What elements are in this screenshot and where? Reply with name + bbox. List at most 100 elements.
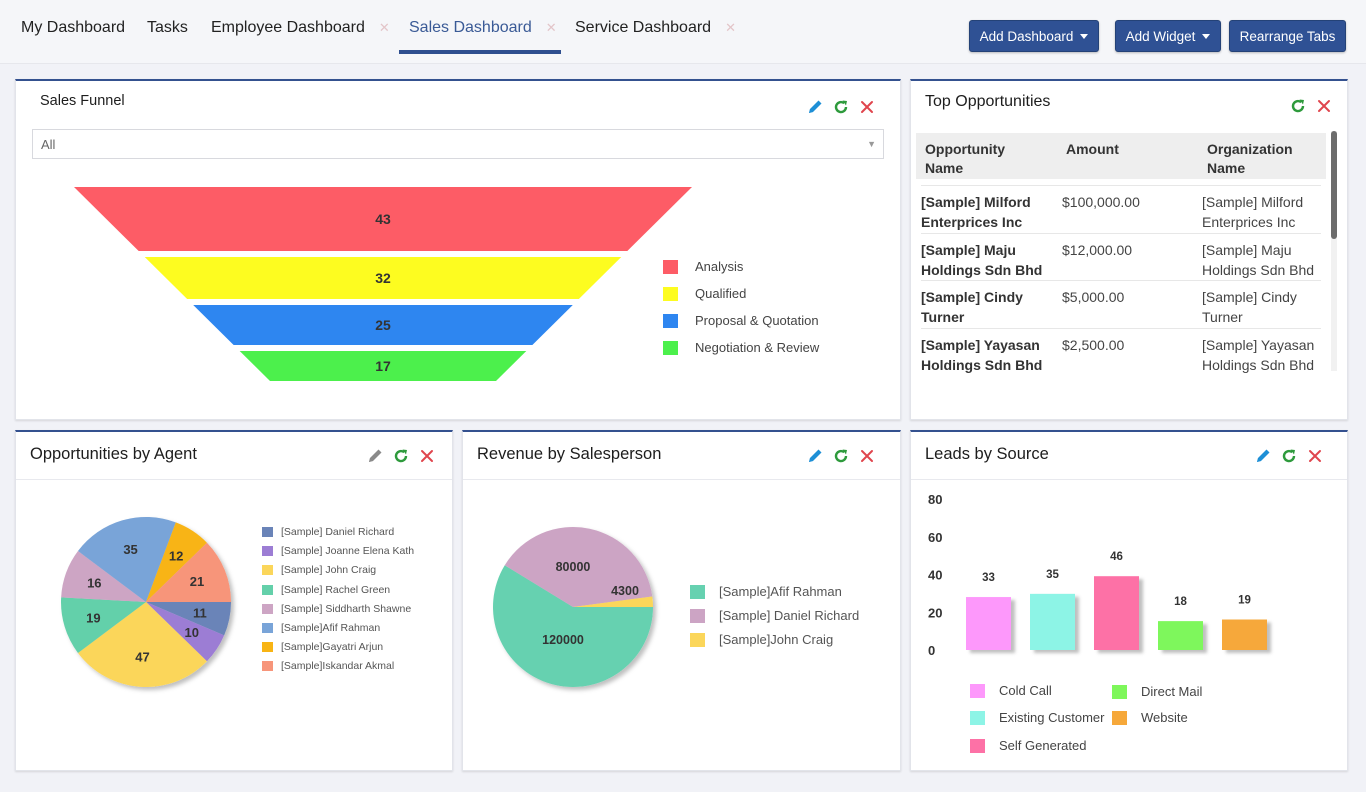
- widget-title: Leads by Source: [925, 445, 1049, 463]
- table-row[interactable]: [Sample] Maju Holdings Sdn Bhd $12,000.00…: [921, 233, 1321, 281]
- bar-value-label: 19: [1238, 595, 1251, 607]
- legend-swatch: [262, 565, 273, 576]
- add-widget-button[interactable]: Add Widget: [1115, 20, 1221, 52]
- caret-down-icon: [1202, 33, 1211, 39]
- sales-funnel-widget: Sales Funnel All ▼ 43 32 25 17 Analysis Qual…: [15, 79, 901, 420]
- legend-item[interactable]: Proposal & Quotation: [663, 313, 819, 328]
- funnel-value-label: 43: [375, 211, 391, 227]
- legend-label: [Sample] Daniel Richard: [281, 526, 395, 538]
- close-tab-icon[interactable]: ✕: [725, 20, 736, 35]
- close-icon[interactable]: [1302, 446, 1328, 466]
- refresh-icon[interactable]: [388, 446, 414, 466]
- close-icon[interactable]: [854, 97, 880, 117]
- legend-item[interactable]: Website: [1112, 710, 1188, 725]
- legend-label: [Sample]Iskandar Akmal: [281, 660, 395, 673]
- legend-item[interactable]: Negotiation & Review: [663, 340, 819, 355]
- cell-opportunity-name: [Sample] Cindy Turner: [921, 289, 1023, 325]
- bar-1[interactable]: [966, 597, 1011, 650]
- widget-header: Sales Funnel: [16, 81, 900, 129]
- close-icon[interactable]: [414, 446, 440, 466]
- tab-service-dashboard[interactable]: Service Dashboard ✕: [575, 19, 736, 37]
- table-row[interactable]: [Sample] Yayasan Holdings Sdn Bhd $2,500.…: [921, 328, 1321, 376]
- legend-item[interactable]: [Sample] Daniel Richard: [262, 526, 394, 538]
- pencil-icon[interactable]: [362, 446, 388, 466]
- legend-item[interactable]: Analysis: [663, 259, 743, 274]
- legend-item[interactable]: [Sample] Rachel Green: [262, 584, 390, 596]
- legend-item[interactable]: [Sample]Afif Rahman: [262, 622, 380, 634]
- cell-opportunity-name: [Sample] Maju Holdings Sdn Bhd: [921, 242, 1043, 278]
- legend-label: Direct Mail: [1141, 684, 1203, 699]
- refresh-icon[interactable]: [1285, 96, 1311, 116]
- revenue-slice-label: 120000: [542, 633, 584, 647]
- agent-slice-label: 19: [86, 610, 100, 625]
- widget-actions: [802, 446, 880, 466]
- agent-pie-chart: 11 10 47 19 16 35 12 21: [61, 517, 231, 687]
- close-icon[interactable]: [854, 446, 880, 466]
- legend-item[interactable]: Cold Call: [970, 683, 1052, 698]
- pencil-icon[interactable]: [1250, 446, 1276, 466]
- cell-organization-name: [Sample] Maju Holdings Sdn Bhd: [1202, 242, 1315, 278]
- funnel-filter-select[interactable]: All ▼: [32, 129, 884, 159]
- select-arrow-icon: ▼: [867, 139, 876, 149]
- bar-value-label: 18: [1174, 596, 1187, 608]
- legend-item[interactable]: [Sample]Afif Rahman: [690, 584, 842, 599]
- close-tab-icon[interactable]: ✕: [546, 20, 557, 35]
- rearrange-tabs-button[interactable]: Rearrange Tabs: [1229, 20, 1346, 52]
- legend-item[interactable]: Existing Customer: [970, 710, 1104, 725]
- legend-item[interactable]: [Sample] Siddharth Shawne: [262, 603, 411, 615]
- table-row[interactable]: [Sample] Milford Enterprices Inc $100,000…: [921, 185, 1321, 233]
- bar-value-label: 33: [982, 572, 995, 584]
- legend-item[interactable]: [Sample] Daniel Richard: [690, 608, 859, 623]
- widget-actions: [362, 446, 440, 466]
- legend-item[interactable]: Self Generated: [970, 738, 1086, 753]
- tab-my-dashboard[interactable]: My Dashboard: [21, 19, 125, 37]
- cell-amount: $2,500.00: [1062, 337, 1125, 353]
- tab-label: Employee Dashboard: [211, 19, 365, 36]
- tab-sales-dashboard[interactable]: Sales Dashboard ✕: [409, 19, 557, 37]
- legend-label: [Sample]Gayatri Arjun: [281, 641, 384, 654]
- pencil-icon[interactable]: [802, 446, 828, 466]
- y-tick-label: 20: [928, 605, 942, 620]
- active-tab-indicator: [399, 50, 561, 54]
- legend-item[interactable]: Direct Mail: [1112, 684, 1202, 699]
- refresh-icon[interactable]: [828, 446, 854, 466]
- legend-label: [Sample] Rachel Green: [281, 583, 391, 596]
- bar-3[interactable]: [1094, 576, 1139, 650]
- legend-swatch: [262, 527, 273, 537]
- close-tab-icon[interactable]: ✕: [379, 20, 390, 35]
- legend-swatch: [663, 286, 678, 301]
- legend-item[interactable]: [Sample]Gayatri Arjun: [262, 641, 383, 653]
- pencil-icon[interactable]: [802, 97, 828, 117]
- cell-amount: $5,000.00: [1062, 289, 1125, 305]
- column-header-amount[interactable]: Amount: [1066, 140, 1119, 159]
- cell-organization-name: [Sample] Milford Enterprices Inc: [1202, 194, 1304, 230]
- refresh-icon[interactable]: [828, 97, 854, 117]
- tab-tasks[interactable]: Tasks: [147, 19, 188, 37]
- widget-title: Revenue by Salesperson: [477, 445, 662, 463]
- legend-item[interactable]: Qualified: [663, 286, 746, 301]
- table-row[interactable]: [Sample] Cindy Turner $5,000.00 [Sample] C…: [921, 280, 1321, 328]
- bar-value-label: 35: [1046, 569, 1059, 581]
- cell-amount: $12,000.00: [1062, 242, 1133, 258]
- table-scrollbar-thumb[interactable]: [1331, 131, 1337, 239]
- column-header-opportunity-name[interactable]: Opportunity Name: [925, 140, 1045, 178]
- legend-label: Self Generated: [999, 738, 1087, 753]
- add-dashboard-button[interactable]: Add Dashboard: [969, 20, 1099, 52]
- legend-item[interactable]: [Sample] John Craig: [262, 564, 376, 576]
- legend-item[interactable]: [Sample] Joanne Elena Kath: [262, 545, 414, 557]
- close-icon[interactable]: [1311, 96, 1337, 116]
- legend-label: [Sample]Afif Rahman: [719, 584, 842, 599]
- button-label: Add Dashboard: [979, 28, 1074, 44]
- legend-swatch: [970, 683, 985, 698]
- bar-2[interactable]: [1030, 593, 1075, 650]
- leads-by-source-widget: Leads by Source 0 20 40 60 80 33 35 46 18 19 Cold…: [910, 430, 1348, 771]
- widget-header: Top Opportunities: [911, 81, 1347, 129]
- legend-item[interactable]: [Sample]John Craig: [690, 632, 833, 647]
- bar-4[interactable]: [1158, 621, 1203, 650]
- tab-employee-dashboard[interactable]: Employee Dashboard ✕: [211, 19, 390, 37]
- legend-item[interactable]: [Sample]Iskandar Akmal: [262, 660, 394, 672]
- funnel-value-label: 25: [375, 317, 391, 333]
- bar-5[interactable]: [1222, 619, 1267, 650]
- column-header-organization-name[interactable]: Organization Name: [1207, 140, 1317, 178]
- refresh-icon[interactable]: [1276, 446, 1302, 466]
